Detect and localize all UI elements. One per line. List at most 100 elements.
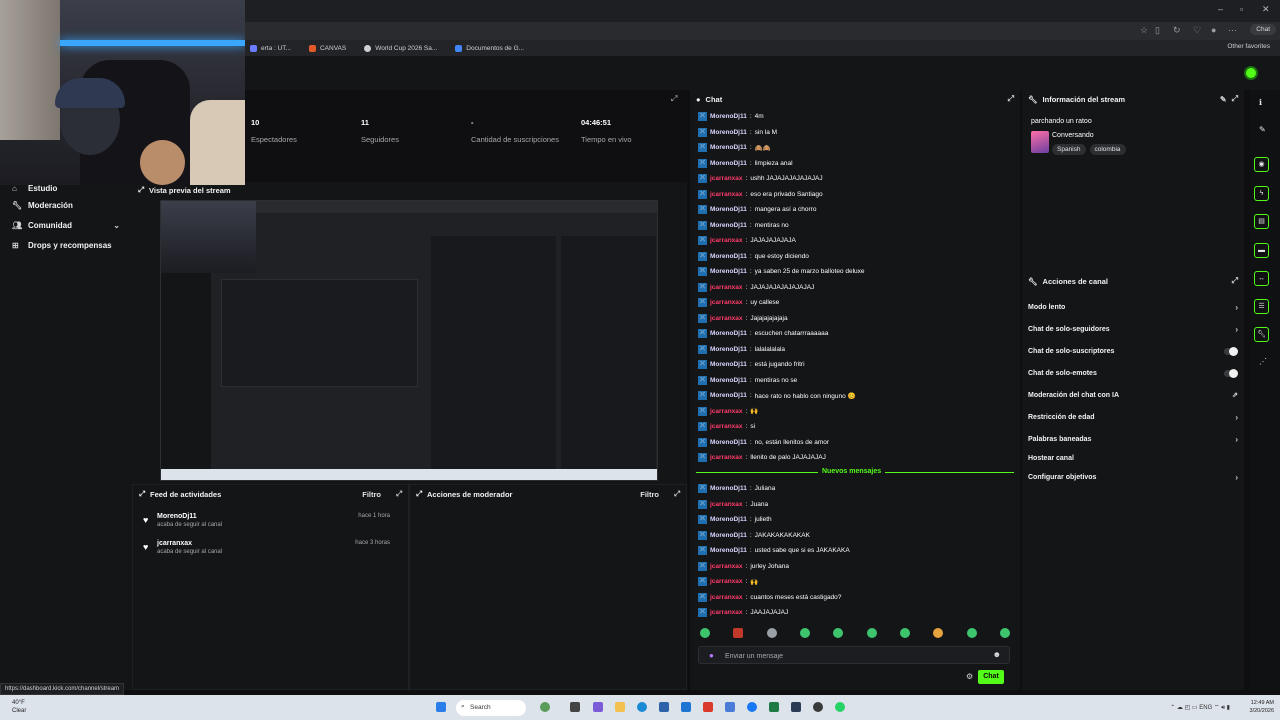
settings-icon[interactable] xyxy=(725,702,735,712)
bookmark-item[interactable]: Documentos de G... xyxy=(455,44,524,52)
chat-message[interactable]: ⤫ MorenoDj11: ya saben 25 de marzo ballote… xyxy=(698,267,865,276)
refresh-icon[interactable]: ↻ xyxy=(1173,25,1181,36)
action-configure-goals[interactable]: Configurar objetivos › xyxy=(1028,471,1238,483)
clipboard-icon[interactable]: ▤ xyxy=(1254,214,1269,229)
emote-icon[interactable] xyxy=(833,628,844,638)
excel-icon[interactable] xyxy=(769,702,779,712)
chat-message[interactable]: ⤫ jcarranxax: 🙌 xyxy=(698,406,758,416)
chat-username[interactable]: jcarranxax xyxy=(710,175,743,182)
action-host-channel[interactable]: Hostear canal xyxy=(1028,452,1238,464)
chat-message[interactable]: ⤫ jcarranxax: JAAJAJAJAJ xyxy=(698,608,788,617)
chat-message[interactable]: ⤫ MorenoDj11: JAKAKAKAKAKAK xyxy=(698,530,810,540)
maximize-icon[interactable]: ▫ xyxy=(1240,4,1243,14)
sidebar-item-drops[interactable]: ⊞ Drops y recompensas xyxy=(0,235,132,255)
chat-message[interactable]: ⤫ MorenoDj11: no, están llenitos de amor xyxy=(698,437,829,447)
chat-username[interactable]: jcarranxax xyxy=(710,563,743,570)
chat-message[interactable]: ⤫ MorenoDj11: mangera así a chorro xyxy=(698,205,816,214)
emote-icon[interactable] xyxy=(966,628,977,638)
whatsapp-icon[interactable] xyxy=(835,702,845,712)
chat-username[interactable]: MorenoDj11 xyxy=(710,129,747,136)
chat-username[interactable]: jcarranxax xyxy=(710,454,743,461)
emote-icon[interactable] xyxy=(766,628,777,638)
action-slow-mode[interactable]: Modo lento › xyxy=(1028,301,1238,313)
expand-icon[interactable]: ⤢ xyxy=(671,94,677,104)
expand-icon[interactable]: ⤢ xyxy=(139,489,145,499)
filter-button[interactable]: Filtro xyxy=(640,490,659,499)
chat-username[interactable]: jcarranxax xyxy=(710,299,743,306)
chat-input-box[interactable]: ● ☻ xyxy=(698,646,1010,664)
expand-icon[interactable]: ⤢ xyxy=(138,185,144,195)
more-icon[interactable]: ⋯ xyxy=(1228,25,1237,36)
chat-username[interactable]: MorenoDj11 xyxy=(710,268,747,275)
sidebar-item-community[interactable]: 👥︎ Comunidad ⌄ xyxy=(0,215,132,235)
chat-message[interactable]: ⤫ MorenoDj11: lalalalalala xyxy=(698,344,785,354)
kick-avatar-icon[interactable] xyxy=(1244,66,1258,80)
bookmark-item[interactable]: World Cup 2026 Sa... xyxy=(364,44,437,52)
chat-username[interactable]: MorenoDj11 xyxy=(710,346,747,353)
chat-message[interactable]: ⤫ MorenoDj11: 🙈🙈 xyxy=(698,143,771,152)
bookmark-item[interactable]: CANVAS xyxy=(308,44,346,52)
edge-icon[interactable] xyxy=(637,702,647,712)
chat-send-button[interactable]: Chat xyxy=(978,670,1004,684)
store-icon[interactable] xyxy=(659,702,669,712)
toggle-switch[interactable] xyxy=(1224,346,1238,356)
chat-message[interactable]: ⤫ MorenoDj11: Juliana xyxy=(698,484,775,493)
taskbar-search[interactable]: ⌕ Search xyxy=(456,700,526,716)
expand-icon[interactable]: ⤢ xyxy=(1232,276,1238,286)
chat-message[interactable]: ⤫ jcarranxax: JAJAJAJAJAJAJAJAJ xyxy=(698,282,814,292)
action-emotes-only[interactable]: Chat de solo-emotes xyxy=(1028,367,1238,379)
chat-username[interactable]: MorenoDj11 xyxy=(710,547,747,554)
obs-icon[interactable] xyxy=(813,702,823,712)
expand-icon[interactable]: ⤢ xyxy=(1008,94,1014,104)
steam-icon[interactable] xyxy=(791,702,801,712)
new-messages-label[interactable]: Nuevos mensajes xyxy=(818,468,886,475)
chat-bubble-icon[interactable]: ▬ xyxy=(1254,243,1269,258)
file-explorer-icon[interactable] xyxy=(615,702,625,712)
wrench-icon[interactable]: 🔧︎ xyxy=(1254,327,1269,342)
chat-message-input[interactable] xyxy=(725,650,985,662)
chat-username[interactable]: jcarranxax xyxy=(710,191,743,198)
split-screen-icon[interactable]: ▯ xyxy=(1155,25,1160,36)
chat-message[interactable]: ⤫ jcarranxax: jurley Johana xyxy=(698,561,789,571)
chat-message[interactable]: ⤫ MorenoDj11: sin la M xyxy=(698,127,777,137)
chat-username[interactable]: jcarranxax xyxy=(710,237,743,244)
action-ai-moderation[interactable]: Moderación del chat con IA ⇗ xyxy=(1028,389,1238,401)
star-icon[interactable]: ☆ xyxy=(1140,25,1148,36)
chat-message[interactable]: ⤫ jcarranxax: Jajajajajajaja xyxy=(698,313,788,323)
lightning-icon[interactable]: ϟ xyxy=(1254,186,1269,201)
list-icon[interactable]: ☰ xyxy=(1254,299,1269,314)
mail-icon[interactable] xyxy=(681,702,691,712)
expand-icon[interactable]: ⤢ xyxy=(416,489,422,499)
expand-icon[interactable]: ⤢ xyxy=(396,489,402,499)
chat-message[interactable]: ⤫ MorenoDj11: mentiras no se xyxy=(698,375,797,385)
task-view-icon[interactable] xyxy=(570,702,580,712)
emote-icon[interactable] xyxy=(999,628,1010,638)
action-subscribers-only[interactable]: Chat de solo-suscriptores xyxy=(1028,345,1238,357)
netflix-icon[interactable] xyxy=(703,702,713,712)
chat-username[interactable]: MorenoDj11 xyxy=(710,113,747,120)
other-favorites[interactable]: Other favorites xyxy=(1227,43,1270,50)
chat-username[interactable]: MorenoDj11 xyxy=(710,361,747,368)
toggle-switch[interactable] xyxy=(1224,368,1238,378)
profile-icon[interactable]: ● xyxy=(1211,25,1216,35)
expand-icon[interactable]: ⤢ xyxy=(1232,94,1238,104)
camera-icon[interactable]: ◉ xyxy=(1254,157,1269,172)
chat-username[interactable]: jcarranxax xyxy=(710,423,743,430)
chat-username[interactable]: MorenoDj11 xyxy=(710,160,747,167)
sidebar-item-studio[interactable]: ⌂ Estudio xyxy=(0,185,132,193)
weather-widget[interactable]: 40°F Clear xyxy=(12,699,26,715)
stream-preview-video[interactable] xyxy=(160,200,658,481)
chat-username[interactable]: jcarranxax xyxy=(710,501,743,508)
stream-category[interactable]: Conversando xyxy=(1052,132,1094,139)
info-icon[interactable]: ℹ xyxy=(1259,98,1262,107)
facebook-icon[interactable] xyxy=(747,702,757,712)
chat-username[interactable]: jcarranxax xyxy=(710,284,743,291)
chat-message[interactable]: ⤫ MorenoDj11: que estoy diciendo xyxy=(698,251,809,261)
chat-message[interactable]: ⤫ MorenoDj11:4m xyxy=(698,112,764,121)
emote-icon[interactable] xyxy=(799,628,810,638)
chat-message[interactable]: ⤫ jcarranxax: ushh JAJAJAJAJAJAJAJ xyxy=(698,174,823,183)
chat-username[interactable]: jcarranxax xyxy=(710,578,743,585)
emote-icon[interactable] xyxy=(733,628,744,638)
chat-message[interactable]: ⤫ MorenoDj11: hace rato no hablo con ningu… xyxy=(698,391,856,400)
chat-username[interactable]: MorenoDj11 xyxy=(710,532,747,539)
